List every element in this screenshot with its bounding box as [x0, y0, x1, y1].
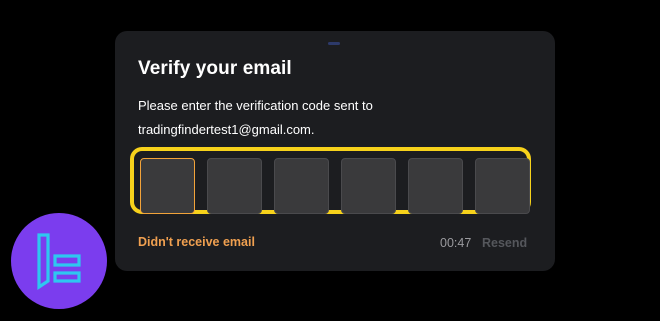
tradingfinder-logo-icon	[11, 213, 107, 309]
code-digit-6[interactable]	[475, 158, 530, 214]
resend-button[interactable]: Resend	[482, 236, 527, 250]
code-digit-3[interactable]	[274, 158, 329, 214]
countdown-timer: 00:47	[440, 236, 472, 250]
verify-email-dialog: Verify your email Please enter the verif…	[115, 31, 555, 271]
dialog-message: Please enter the verification code sent …	[138, 94, 518, 142]
verification-code-group	[130, 147, 531, 214]
drag-handle[interactable]	[328, 42, 340, 45]
message-email: tradingfindertest1@gmail.com.	[138, 122, 315, 137]
message-line-1: Please enter the verification code sent …	[138, 98, 373, 113]
code-digit-2[interactable]	[207, 158, 262, 214]
dialog-title: Verify your email	[138, 58, 292, 79]
code-digit-4[interactable]	[341, 158, 396, 214]
didnt-receive-email-link[interactable]: Didn't receive email	[138, 235, 255, 249]
code-digit-1[interactable]	[140, 158, 195, 214]
code-digit-5[interactable]	[408, 158, 463, 214]
